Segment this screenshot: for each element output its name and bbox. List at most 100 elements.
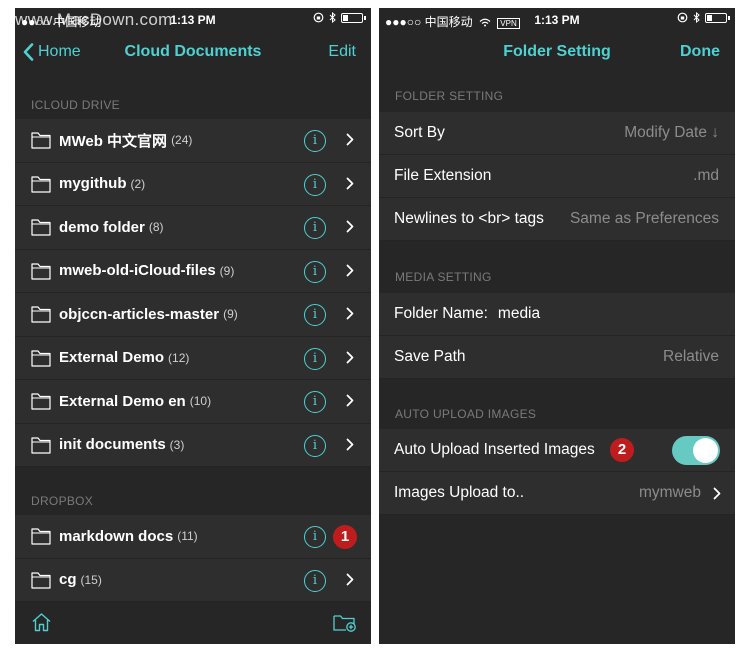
auto-upload-label: Auto Upload Inserted Images xyxy=(394,441,595,458)
folder-name-row[interactable]: Folder Name: media xyxy=(379,293,735,336)
nav-bar: Home Cloud Documents Edit xyxy=(15,32,371,74)
folder-icon xyxy=(31,306,51,323)
edit-button[interactable]: Edit xyxy=(328,43,356,61)
info-icon[interactable]: i xyxy=(304,347,326,370)
newlines-label: Newlines to <br> tags xyxy=(394,210,544,227)
folder-row[interactable]: cg (15) i xyxy=(15,558,371,602)
folder-row[interactable]: MWeb 中文官网 (24) i xyxy=(15,119,371,163)
rotation-lock-icon xyxy=(313,12,324,23)
folder-name: External Demo xyxy=(59,349,165,367)
info-icon[interactable]: i xyxy=(304,173,326,196)
battery-icon xyxy=(341,12,366,23)
upload-to-label: Images Upload to.. xyxy=(394,484,525,501)
folder-icon xyxy=(31,176,51,193)
new-folder-icon[interactable] xyxy=(333,612,357,632)
home-icon[interactable] xyxy=(31,612,52,632)
callout-badge-1: 1 xyxy=(333,525,357,549)
folder-setting-screen: ●●●○○ 中国移动 VPN 1:13 PM Folder Setting Do… xyxy=(379,8,735,644)
chevron-right-icon xyxy=(346,264,354,276)
folder-icon xyxy=(31,132,51,149)
info-icon[interactable]: i xyxy=(304,217,326,239)
folder-row[interactable]: External Demo (12) i xyxy=(15,336,371,380)
folder-count: (10) xyxy=(189,394,212,409)
folder-count: (24) xyxy=(171,133,193,148)
folder-name: mygithub xyxy=(59,175,127,193)
chevron-right-icon xyxy=(346,220,354,233)
info-icon[interactable]: i xyxy=(304,434,326,457)
folder-count: (12) xyxy=(168,350,190,365)
newlines-row[interactable]: Newlines to <br> tags Same as Preference… xyxy=(379,198,735,241)
folder-name: mweb-old-iCloud-files xyxy=(59,262,216,280)
callout-badge-2: 2 xyxy=(610,438,634,462)
done-button[interactable]: Done xyxy=(680,43,720,61)
rotation-lock-icon xyxy=(677,12,688,23)
save-path-row[interactable]: Save Path Relative xyxy=(379,336,735,379)
chevron-right-icon xyxy=(346,351,354,363)
sort-by-row[interactable]: Sort By Modify Date ↓ xyxy=(379,112,735,155)
folder-icon xyxy=(31,350,51,367)
folder-row[interactable]: markdown docs (11) i xyxy=(15,515,371,559)
info-icon[interactable]: i xyxy=(304,391,326,413)
folder-name: MWeb 中文官网 xyxy=(59,132,168,150)
nav-bar: Folder Setting Done xyxy=(379,32,735,74)
toggle-knob xyxy=(693,438,718,463)
chevron-right-icon xyxy=(346,133,354,146)
file-extension-label: File Extension xyxy=(394,167,492,184)
icloud-folder-list: MWeb 中文官网 (24) i mygithub (2) i demo folder (8)… xyxy=(15,119,371,467)
folder-row[interactable]: demo folder (8) i xyxy=(15,206,371,250)
folder-row[interactable]: mweb-old-iCloud-files (9) i xyxy=(15,249,371,293)
folder-icon xyxy=(31,528,51,545)
back-button[interactable]: Home xyxy=(23,43,81,61)
chevron-right-icon xyxy=(346,573,354,585)
info-icon[interactable]: i xyxy=(304,260,326,283)
folder-name: objccn-articles-master xyxy=(59,305,220,323)
folder-count: (2) xyxy=(130,176,146,191)
folder-count: (9) xyxy=(219,263,235,278)
folder-name-label: Folder Name: xyxy=(394,305,488,322)
sort-by-value: Modify Date ↓ xyxy=(624,124,719,141)
chevron-right-icon xyxy=(346,394,354,407)
folder-count: (9) xyxy=(223,307,238,322)
section-header-upload: AUTO UPLOAD IMAGES xyxy=(395,407,537,421)
folder-count: (8) xyxy=(148,220,164,235)
auto-upload-toggle[interactable] xyxy=(672,436,720,465)
info-icon[interactable]: i xyxy=(304,569,326,592)
section-header-folder: FOLDER SETTING xyxy=(395,89,504,103)
folder-row[interactable]: init documents (3) i xyxy=(15,423,371,467)
info-icon[interactable]: i xyxy=(304,304,326,326)
bottom-toolbar xyxy=(15,602,371,644)
status-bar: ●●●○○ 中国移动 VPN 1:13 PM xyxy=(379,8,735,32)
file-extension-row[interactable]: File Extension .md xyxy=(379,155,735,198)
folder-row[interactable]: External Demo en (10) i xyxy=(15,380,371,424)
chevron-right-icon xyxy=(713,487,721,500)
folder-row[interactable]: objccn-articles-master (9) i xyxy=(15,293,371,337)
sort-by-label: Sort By xyxy=(394,124,445,141)
folder-icon xyxy=(31,572,51,589)
info-icon[interactable]: i xyxy=(304,130,326,152)
section-header-icloud: ICLOUD DRIVE xyxy=(31,98,120,112)
folder-count: (11) xyxy=(177,529,198,544)
chevron-right-icon xyxy=(346,307,354,320)
chevron-right-icon xyxy=(346,177,354,189)
chevron-right-icon xyxy=(346,438,354,450)
folder-name: External Demo en xyxy=(59,392,186,410)
folder-name: markdown docs xyxy=(59,527,174,545)
folder-icon xyxy=(31,393,51,410)
folder-name: cg xyxy=(59,571,77,589)
folder-row[interactable]: mygithub (2) i xyxy=(15,162,371,206)
folder-name: init documents xyxy=(59,436,166,454)
watermark: www.MacDown.com xyxy=(15,10,173,29)
folder-icon xyxy=(31,437,51,454)
file-extension-value: .md xyxy=(693,167,719,184)
upload-to-row[interactable]: Images Upload to.. mymweb xyxy=(379,472,735,515)
save-path-label: Save Path xyxy=(394,348,466,365)
folder-count: (3) xyxy=(169,437,185,452)
folder-name-input[interactable]: media xyxy=(498,305,540,323)
save-path-value: Relative xyxy=(663,348,719,365)
section-header-dropbox: DROPBOX xyxy=(31,494,94,508)
upload-to-value: mymweb xyxy=(638,484,701,501)
settings-list: FOLDER SETTING Sort By Modify Date ↓ Fil… xyxy=(379,74,735,515)
info-icon[interactable]: i xyxy=(304,526,326,548)
chevron-left-icon xyxy=(23,43,34,61)
back-label: Home xyxy=(38,43,81,60)
